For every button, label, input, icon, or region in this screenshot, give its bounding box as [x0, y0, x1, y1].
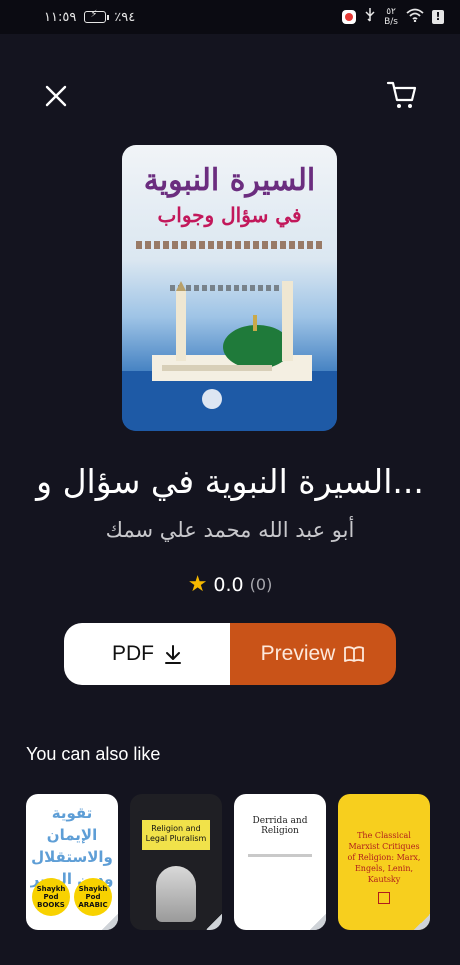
mosque-illustration: [122, 281, 337, 431]
recommendations-title: You can also like: [26, 744, 161, 764]
preview-label: Preview: [260, 642, 336, 665]
page-fold: [414, 914, 430, 930]
rating: ★ 0.0 (0): [0, 572, 460, 597]
cover-subtitle: في سؤال وجواب: [157, 203, 302, 227]
cover-title: السيرة النبوية: [143, 163, 316, 198]
usb-icon: [364, 8, 376, 26]
network-speed: ٥٢ B/s: [384, 7, 398, 27]
network-speed-value: ٥٢: [386, 7, 396, 17]
battery-icon: ⚡: [84, 9, 110, 23]
recommended-book-2-title: Religion and Legal Pluralism: [142, 820, 210, 850]
badge-arabic: Shaykh Pod ARABIC: [74, 878, 112, 916]
close-button[interactable]: [40, 80, 72, 112]
download-icon: [165, 645, 181, 664]
wifi-icon: [406, 8, 424, 26]
recommended-book-2[interactable]: Religion and Legal Pluralism: [130, 794, 222, 930]
page-fold: [102, 914, 118, 930]
network-speed-unit: B/s: [384, 17, 398, 27]
recommended-book-3[interactable]: Derrida and Religion: [234, 794, 326, 930]
rating-count: (0): [249, 575, 273, 594]
recommended-book-4-title: The Classical Marxist Critiques of Relig…: [347, 831, 421, 884]
status-right: ٥٢ B/s !: [342, 7, 444, 27]
badge-books: Shaykh Pod BOOKS: [32, 878, 70, 916]
preview-button[interactable]: Preview: [230, 623, 396, 685]
recommended-book-1[interactable]: تقوية الإيمان والاستقلال ودين اليسر Shay…: [26, 794, 118, 930]
page-fold: [310, 914, 326, 930]
cart-icon: [386, 81, 417, 108]
book-title: ...السيرة النبوية في سؤال و: [36, 462, 424, 501]
portrait-image: [156, 866, 196, 922]
book-cover[interactable]: السيرة النبوية في سؤال وجواب: [122, 145, 337, 431]
pdf-label: PDF: [112, 642, 154, 665]
star-icon: ★: [187, 572, 208, 597]
status-time: ١١:٥٩: [44, 9, 77, 25]
status-left: ١١:٥٩ ⚡ ٪٩٤: [44, 9, 136, 25]
book-author: أبو عبد الله محمد علي سمك: [105, 518, 355, 542]
book-open-icon: [344, 646, 365, 662]
recommended-book-1-title: تقوية الإيمان والاستقلال ودين اليسر: [30, 804, 114, 888]
cover-decoration: [136, 241, 323, 249]
status-bar: ١١:٥٩ ⚡ ٪٩٤ ٥٢ B/s !: [0, 0, 460, 34]
rating-value: 0.0: [213, 573, 244, 596]
recommended-book-1-badges: Shaykh Pod BOOKS Shaykh Pod ARABIC: [32, 878, 112, 916]
close-icon: [45, 85, 67, 107]
action-buttons: PDF Preview: [64, 623, 396, 685]
cart-button[interactable]: [384, 78, 420, 112]
recommended-book-3-title: Derrida and Religion: [252, 816, 308, 836]
alert-icon: !: [432, 10, 444, 24]
recommended-book-4[interactable]: The Classical Marxist Critiques of Relig…: [338, 794, 430, 930]
page-fold: [206, 914, 222, 930]
battery-level: ٪٩٤: [114, 9, 136, 25]
cover-divider: [248, 854, 312, 857]
publisher-logo: [378, 892, 390, 904]
recommendations-list: تقوية الإيمان والاستقلال ودين اليسر Shay…: [26, 794, 432, 930]
download-pdf-button[interactable]: PDF: [64, 623, 230, 685]
screen-record-icon: [342, 10, 357, 24]
